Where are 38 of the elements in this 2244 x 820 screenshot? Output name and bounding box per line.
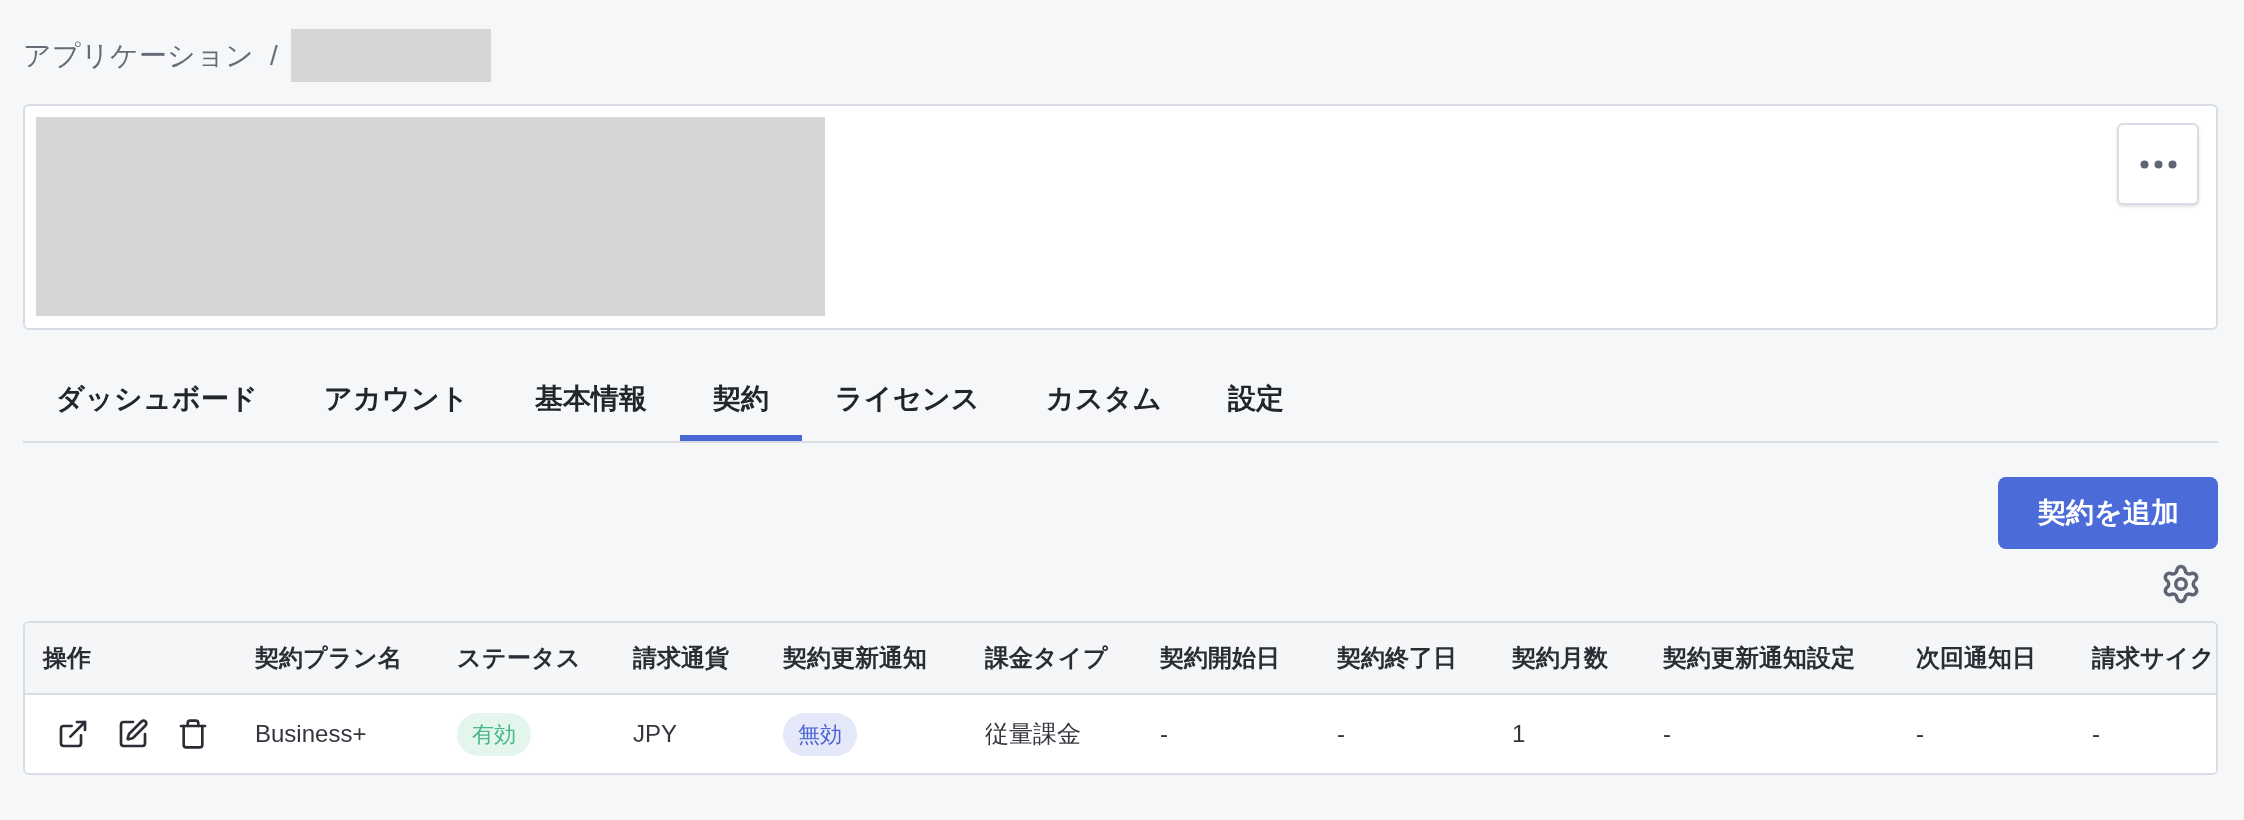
tab[interactable]: 設定 (1195, 363, 1317, 441)
tab[interactable]: ライセンス (802, 363, 1013, 441)
status-badge: 有効 (457, 712, 531, 756)
column-header: 契約終了日 (1337, 643, 1457, 673)
tab[interactable]: カスタム (1013, 363, 1195, 441)
column-header: 請求通貨 (633, 643, 729, 673)
column-header: 契約更新通知設定 (1663, 643, 1855, 673)
add-contract-button[interactable]: 契約を追加 (1998, 477, 2218, 549)
column-header: 課金タイプ (985, 643, 1108, 673)
external-link-icon[interactable] (57, 718, 89, 750)
more-icon (2139, 159, 2177, 169)
column-header: 契約開始日 (1160, 643, 1280, 673)
tab[interactable]: 契約 (680, 363, 802, 441)
table-cell-text: 従量課金 (985, 719, 1081, 749)
table-cell-text: - (1916, 719, 1924, 749)
tab[interactable]: アカウント (291, 363, 502, 441)
column-header: 操作 (43, 643, 91, 673)
column-header: 契約プラン名 (255, 643, 402, 673)
table-cell-text: - (1337, 719, 1345, 749)
table-cell-text: - (2092, 719, 2100, 749)
table-cell-text: - (1160, 719, 1168, 749)
column-header: 請求サイク (2092, 643, 2215, 673)
column-header: 次回通知日 (1916, 643, 2036, 673)
column-header: 契約月数 (1512, 643, 1608, 673)
table-cell-text: - (1663, 719, 1671, 749)
table-cell-text: Business+ (255, 719, 367, 749)
column-header: ステータス (457, 643, 581, 673)
status-badge: 無効 (783, 712, 857, 756)
table-cell-text: JPY (633, 719, 677, 749)
tab[interactable]: 基本情報 (502, 363, 680, 441)
trash-icon[interactable] (177, 718, 209, 750)
more-button[interactable] (2117, 123, 2199, 205)
column-header: 契約更新通知 (783, 643, 927, 673)
breadcrumb-link[interactable]: アプリケーション (23, 34, 254, 77)
breadcrumb-separator: / (270, 38, 278, 73)
tab[interactable]: ダッシュボード (23, 363, 291, 441)
edit-icon[interactable] (117, 718, 149, 750)
table-cell-text: 1 (1512, 719, 1526, 749)
